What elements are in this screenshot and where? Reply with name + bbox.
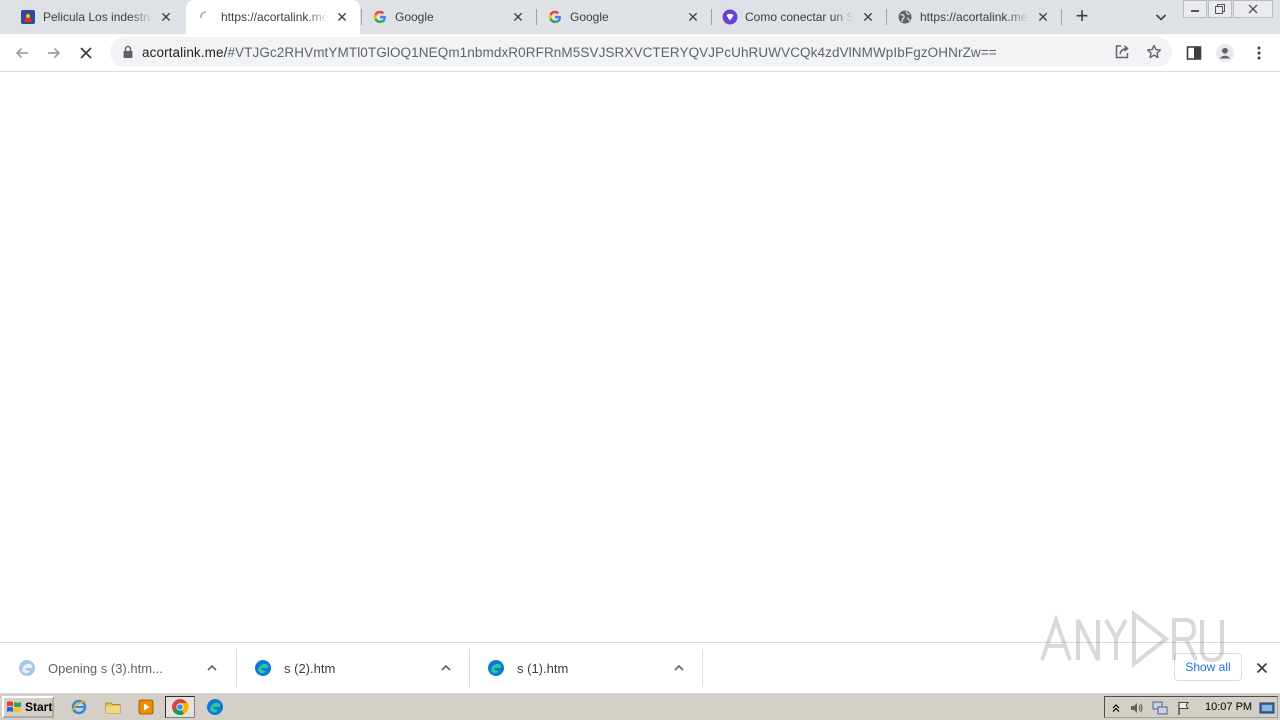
close-tab-icon[interactable]: ✕ <box>685 9 701 25</box>
tab-strip: Pelicula Los indestructibles ✕ https://a… <box>0 0 1280 34</box>
google-icon <box>372 9 388 25</box>
kebab-menu-icon[interactable] <box>1249 43 1269 63</box>
system-tray: 10:07 PM <box>1104 696 1278 718</box>
close-tab-icon[interactable]: ✕ <box>860 9 876 25</box>
edge-icon[interactable] <box>206 698 224 716</box>
tab-title: https://acortalink.me/#VTJG <box>920 10 1029 24</box>
chrome-icon <box>172 699 189 715</box>
tab-search-chevron-icon[interactable] <box>1152 8 1170 26</box>
tab-separator <box>711 9 712 25</box>
close-tab-icon[interactable]: ✕ <box>510 9 526 25</box>
profile-avatar-icon[interactable] <box>1215 43 1235 63</box>
download-filename: s (2).htm <box>284 660 336 676</box>
close-shelf-icon[interactable] <box>1253 659 1271 677</box>
windows-taskbar: Start 10:07 PM <box>0 692 1280 720</box>
share-icon[interactable] <box>1113 43 1131 61</box>
bookmark-star-icon[interactable] <box>1145 43 1163 61</box>
forward-button[interactable] <box>44 43 64 63</box>
anyrun-watermark-logo <box>1040 609 1224 668</box>
side-panel-icon[interactable] <box>1184 43 1204 63</box>
file-explorer-icon[interactable] <box>104 698 122 716</box>
tab-acortalink-active[interactable]: https://acortalink.me/#VTJGc2RHVmtYMTl ✕ <box>186 0 360 34</box>
close-tab-icon[interactable]: ✕ <box>334 9 350 25</box>
chevron-up-icon[interactable] <box>671 660 687 676</box>
volume-icon[interactable] <box>1129 700 1145 716</box>
google-icon <box>547 9 563 25</box>
tab-google-1[interactable]: Google ✕ <box>362 0 536 34</box>
close-window-button[interactable] <box>1233 0 1273 18</box>
taskbar-clock[interactable]: 10:07 PM <box>1205 701 1252 713</box>
tab-separator <box>361 9 362 25</box>
start-label: Start <box>25 700 53 714</box>
url-host: acortalink.me/ <box>142 45 228 60</box>
stop-loading-button[interactable] <box>76 43 96 63</box>
close-tab-icon[interactable]: ✕ <box>158 9 174 25</box>
chrome-window: Pelicula Los indestructibles ✕ https://a… <box>0 0 1280 720</box>
edge-file-icon <box>18 659 36 677</box>
tab-smart-tv[interactable]: Como conectar un Smart TV ✕ <box>712 0 886 34</box>
browser-toolbar: acortalink.me/#VTJGc2RHVmtYMTl0TGlOQ1NEQ… <box>0 34 1280 72</box>
address-bar[interactable]: acortalink.me/#VTJGc2RHVmtYMTl0TGlOQ1NEQ… <box>110 37 1172 67</box>
download-item[interactable]: s (2).htm <box>236 643 470 693</box>
download-item[interactable]: s (1).htm <box>469 643 703 693</box>
chevron-up-icon[interactable] <box>438 660 454 676</box>
url-text[interactable]: acortalink.me/#VTJGc2RHVmtYMTl0TGlOQ1NEQ… <box>142 45 997 60</box>
chrome-taskbar-button[interactable] <box>165 696 195 718</box>
tab-title: Como conectar un Smart TV <box>745 10 854 24</box>
tray-expand-icon[interactable] <box>1108 700 1124 716</box>
lock-icon[interactable] <box>120 44 136 60</box>
movie-site-favicon <box>20 9 36 25</box>
download-filename: Opening s (3).htm... <box>48 660 163 676</box>
purple-site-favicon <box>722 9 738 25</box>
edge-file-icon <box>487 659 505 677</box>
tab-separator <box>886 9 887 25</box>
tab-title: Google <box>570 10 609 24</box>
page-content <box>0 72 1280 642</box>
minimize-button[interactable] <box>1183 0 1207 18</box>
internet-explorer-icon[interactable] <box>70 698 88 716</box>
download-filename: s (1).htm <box>517 660 569 676</box>
edge-file-icon <box>254 659 272 677</box>
download-item[interactable]: Opening s (3).htm... <box>0 643 236 693</box>
tab-pelicula[interactable]: Pelicula Los indestructibles ✕ <box>0 0 184 34</box>
download-separator <box>702 649 703 687</box>
windows-flag-icon <box>6 699 22 715</box>
chevron-up-icon[interactable] <box>204 660 220 676</box>
tab-title: Google <box>395 10 434 24</box>
start-button[interactable]: Start <box>2 696 54 718</box>
tab-title: Pelicula Los indestructibles <box>43 10 152 24</box>
close-tab-icon[interactable]: ✕ <box>1035 9 1051 25</box>
url-path: #VTJGc2RHVmtYMTl0TGlOQ1NEQm1nbmdxR0RFRnM… <box>227 45 997 60</box>
loading-spinner-icon <box>198 9 214 25</box>
show-desktop-icon[interactable] <box>1259 700 1275 716</box>
tab-google-2[interactable]: Google ✕ <box>537 0 711 34</box>
tab-acortalink-2[interactable]: https://acortalink.me/#VTJG ✕ <box>887 0 1061 34</box>
tab-title: https://acortalink.me/#VTJGc2RHVmtYMTl <box>221 10 328 24</box>
new-tab-button[interactable]: + <box>1072 5 1092 27</box>
media-player-icon[interactable] <box>137 698 155 716</box>
tab-separator <box>1061 9 1062 25</box>
action-center-flag-icon[interactable] <box>1176 700 1192 716</box>
globe-icon <box>897 9 913 25</box>
back-button[interactable] <box>12 43 32 63</box>
restore-button[interactable] <box>1208 0 1232 18</box>
tab-separator <box>536 9 537 25</box>
network-icon[interactable] <box>1152 700 1168 716</box>
